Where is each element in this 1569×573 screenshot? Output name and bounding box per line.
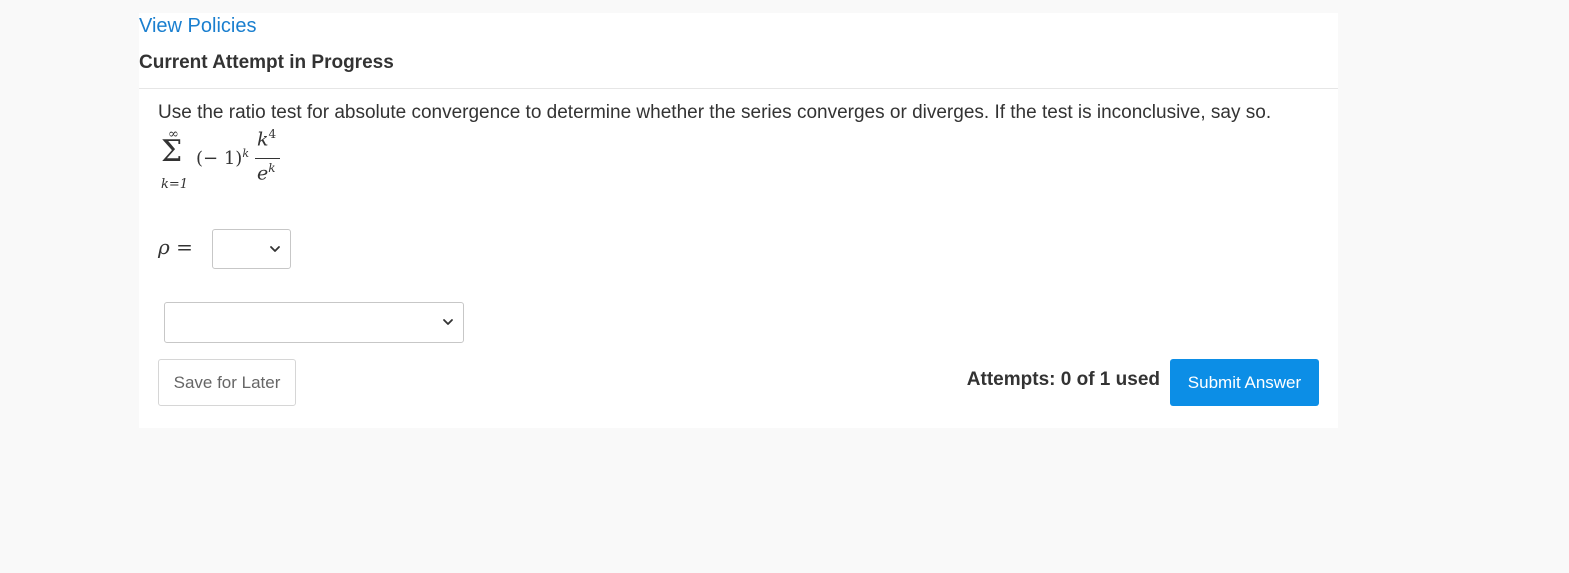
denominator-exponent: k bbox=[268, 161, 276, 175]
attempt-status-title: Current Attempt in Progress bbox=[139, 52, 394, 73]
sum-lower-limit: k=1 bbox=[161, 177, 189, 192]
attempts-counter: Attempts: 0 of 1 used bbox=[966, 369, 1160, 390]
question-card: View Policies Current Attempt in Progres… bbox=[139, 13, 1338, 428]
equals-sign: = bbox=[176, 235, 193, 259]
series-formula: ∞ Σ k=1 (− 1)k k4 ek bbox=[158, 127, 298, 207]
rho-label: ρ = bbox=[158, 235, 193, 259]
fraction-denominator: ek bbox=[257, 161, 276, 184]
chevron-down-icon bbox=[270, 246, 280, 252]
save-for-later-button[interactable]: Save for Later bbox=[158, 359, 296, 406]
term-exponent: k bbox=[242, 147, 249, 160]
sigma-symbol: Σ bbox=[161, 134, 183, 169]
numerator-exponent: 4 bbox=[268, 127, 277, 141]
conclusion-select[interactable] bbox=[164, 302, 464, 343]
denominator-base: e bbox=[257, 162, 269, 185]
fraction-bar bbox=[255, 158, 280, 159]
rho-select[interactable] bbox=[212, 229, 291, 269]
divider bbox=[139, 88, 1338, 89]
chevron-down-icon bbox=[443, 319, 453, 325]
view-policies-link[interactable]: View Policies bbox=[139, 15, 256, 38]
alternating-term: (− 1)k bbox=[196, 147, 249, 169]
rho-symbol: ρ bbox=[158, 235, 170, 259]
fraction-numerator: k4 bbox=[257, 127, 276, 150]
term-base: (− 1) bbox=[196, 148, 243, 169]
numerator-base: k bbox=[257, 128, 269, 151]
submit-answer-button[interactable]: Submit Answer bbox=[1170, 359, 1319, 406]
question-prompt: Use the ratio test for absolute converge… bbox=[158, 102, 1272, 123]
